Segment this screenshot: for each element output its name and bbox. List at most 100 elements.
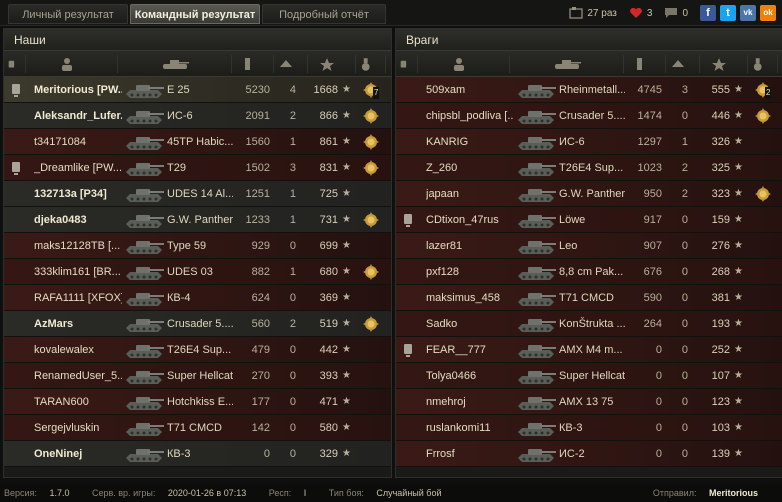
player-name[interactable]: nmehroj xyxy=(426,389,514,415)
player-row[interactable]: maksimus_458 T71 CMCD 590 0 381 ★ xyxy=(396,285,782,311)
player-row[interactable]: 132713a [P34] UDES 14 Al... 1251 1 725 ★ xyxy=(4,181,391,207)
vehicle-name: T26E4 Sup... xyxy=(167,344,232,356)
player-row[interactable]: maks12128TB [... Type 59 929 0 699 ★ xyxy=(4,233,391,259)
player-name[interactable]: maksimus_458 xyxy=(426,285,514,311)
kills-value: 2 xyxy=(681,188,688,200)
vehicle-name: UDES 03 xyxy=(167,266,213,278)
player-name[interactable]: Frrosf xyxy=(426,441,514,467)
player-row[interactable]: japaan G.W. Panther 950 2 323 ★ xyxy=(396,181,782,207)
player-name[interactable]: CDtixon_47rus xyxy=(426,207,514,233)
kills-value: 1 xyxy=(289,266,296,278)
damage-value: 2091 xyxy=(245,110,270,122)
player-row[interactable]: t34171084 45TP Habic... 1560 1 861 ★ xyxy=(4,129,391,155)
player-name[interactable]: _Dreamlike [PW... xyxy=(34,155,122,181)
tab-detailed-report[interactable]: Подробный отчёт xyxy=(262,4,386,24)
player-name[interactable]: TARAN600 xyxy=(34,389,122,415)
star-icon: ★ xyxy=(342,344,351,355)
player-row[interactable]: RAFA1111 [XFOX] КВ-4 624 0 369 ★ xyxy=(4,285,391,311)
player-column-header[interactable] xyxy=(28,55,118,73)
player-row[interactable]: lazer81 Leo 907 0 276 ★ xyxy=(396,233,782,259)
player-row[interactable]: CDtixon_47rus Löwe 917 0 159 ★ xyxy=(396,207,782,233)
kills-column-header[interactable] xyxy=(276,55,308,73)
player-name[interactable]: RenamedUser_5... xyxy=(34,363,122,389)
medal-icon xyxy=(363,108,379,124)
player-name[interactable]: ruslankomi11 xyxy=(426,415,514,441)
player-name[interactable]: djeka0483 xyxy=(34,207,122,233)
player-name[interactable]: Z_260 xyxy=(426,155,514,181)
kills-value: 0 xyxy=(681,214,688,226)
player-row[interactable]: Sadko KonŠtrukta ... 264 0 193 ★ xyxy=(396,311,782,337)
player-name[interactable]: 509xam xyxy=(426,77,514,103)
platoon-column-header[interactable] xyxy=(398,55,418,73)
player-name[interactable]: japaan xyxy=(426,181,514,207)
platoon-column-header[interactable] xyxy=(6,55,26,73)
player-row[interactable]: Aleksandr_Lufer... ИС-6 2091 2 866 ★ xyxy=(4,103,391,129)
player-name[interactable]: OneNinej xyxy=(34,441,122,467)
facebook-share-icon[interactable]: f xyxy=(700,5,716,21)
damage-column-header[interactable] xyxy=(234,55,274,73)
player-row[interactable]: 333klim161 [BR... UDES 03 882 1 680 ★ xyxy=(4,259,391,285)
player-name[interactable]: FEAR__777 xyxy=(426,337,514,363)
player-row[interactable]: KANRIG ИС-6 1297 1 326 ★ xyxy=(396,129,782,155)
player-row[interactable]: 509xam Rheinmetall... 4745 3 555 ★ 2 xyxy=(396,77,782,103)
kills-value: 0 xyxy=(681,396,688,408)
player-name[interactable]: Tolya0466 xyxy=(426,363,514,389)
vehicle-column-header[interactable] xyxy=(512,55,624,73)
star-icon: ★ xyxy=(342,110,351,121)
player-name[interactable]: 132713a [P34] xyxy=(34,181,122,207)
kills-value: 0 xyxy=(681,370,688,382)
player-name[interactable]: Meritorious [PW... xyxy=(34,77,122,103)
player-row[interactable]: FEAR__777 AMX M4 m... 0 0 252 ★ xyxy=(396,337,782,363)
ok-share-icon[interactable]: ok xyxy=(760,5,776,21)
experience-column-header[interactable] xyxy=(702,55,748,73)
player-row[interactable]: Tolya0466 Super Hellcat 0 0 107 ★ xyxy=(396,363,782,389)
player-row[interactable]: Frrosf ИС-2 0 0 139 ★ xyxy=(396,441,782,467)
experience-column-header[interactable] xyxy=(310,55,356,73)
vehicle-name: Rheinmetall... xyxy=(559,84,625,96)
player-column-header[interactable] xyxy=(420,55,510,73)
player-name[interactable]: Aleksandr_Lufer... xyxy=(34,103,122,129)
medals-column-header[interactable] xyxy=(358,55,386,73)
vehicle-column-header[interactable] xyxy=(120,55,232,73)
kills-value: 3 xyxy=(681,84,688,96)
player-name[interactable]: RAFA1111 [XFOX] xyxy=(34,285,122,311)
damage-value: 0 xyxy=(263,448,270,460)
player-row[interactable]: chipsbl_podliva [... Crusader 5.... 1474 0 4… xyxy=(396,103,782,129)
player-name[interactable]: Sadko xyxy=(426,311,514,337)
player-row[interactable]: OneNinej КВ-3 0 0 329 ★ xyxy=(4,441,391,467)
heart-icon[interactable] xyxy=(629,7,643,19)
player-name[interactable]: lazer81 xyxy=(426,233,514,259)
player-row[interactable]: kovalewalex T26E4 Sup... 479 0 442 ★ xyxy=(4,337,391,363)
player-name[interactable]: 333klim161 [BR... xyxy=(34,259,122,285)
player-row[interactable]: AzMars Crusader 5.... 560 2 519 ★ xyxy=(4,311,391,337)
vk-share-icon[interactable]: vk xyxy=(740,5,756,21)
player-name[interactable]: chipsbl_podliva [... xyxy=(426,103,514,129)
tab-personal-result[interactable]: Личный результат xyxy=(8,4,128,24)
player-name[interactable]: kovalewalex xyxy=(34,337,122,363)
player-name[interactable]: KANRIG xyxy=(426,129,514,155)
player-row[interactable]: djeka0483 G.W. Panther 1233 1 731 ★ xyxy=(4,207,391,233)
player-row[interactable]: TARAN600 Hotchkiss E... 177 0 471 ★ xyxy=(4,389,391,415)
tank-icon xyxy=(126,111,164,124)
player-row[interactable]: Meritorious [PW... E 25 5230 4 1668 ★ 7 xyxy=(4,77,391,103)
comment-icon[interactable] xyxy=(664,7,678,19)
player-row[interactable]: Z_260 T26E4 Sup... 1023 2 325 ★ xyxy=(396,155,782,181)
platoon-icon xyxy=(12,84,20,97)
player-name[interactable]: t34171084 xyxy=(34,129,122,155)
tab-team-result[interactable]: Командный результат xyxy=(130,4,260,24)
kills-column-icon xyxy=(671,59,684,67)
player-row[interactable]: _Dreamlike [PW... T29 1502 3 831 ★ xyxy=(4,155,391,181)
medals-column-header[interactable] xyxy=(750,55,778,73)
player-row[interactable]: nmehroj AMX 13 75 0 0 123 ★ xyxy=(396,389,782,415)
player-name[interactable]: Sergejvluskin xyxy=(34,415,122,441)
damage-column-header[interactable] xyxy=(626,55,666,73)
player-name[interactable]: maks12128TB [... xyxy=(34,233,122,259)
player-row[interactable]: Sergejvluskin T71 CMCD 142 0 580 ★ xyxy=(4,415,391,441)
kills-column-header[interactable] xyxy=(668,55,700,73)
player-name[interactable]: pxf128 xyxy=(426,259,514,285)
player-row[interactable]: RenamedUser_5... Super Hellcat 270 0 393 ★ xyxy=(4,363,391,389)
player-row[interactable]: pxf128 8,8 cm Pak... 676 0 268 ★ xyxy=(396,259,782,285)
twitter-share-icon[interactable]: t xyxy=(720,5,736,21)
player-row[interactable]: ruslankomi11 КВ-3 0 0 103 ★ xyxy=(396,415,782,441)
player-name[interactable]: AzMars xyxy=(34,311,122,337)
